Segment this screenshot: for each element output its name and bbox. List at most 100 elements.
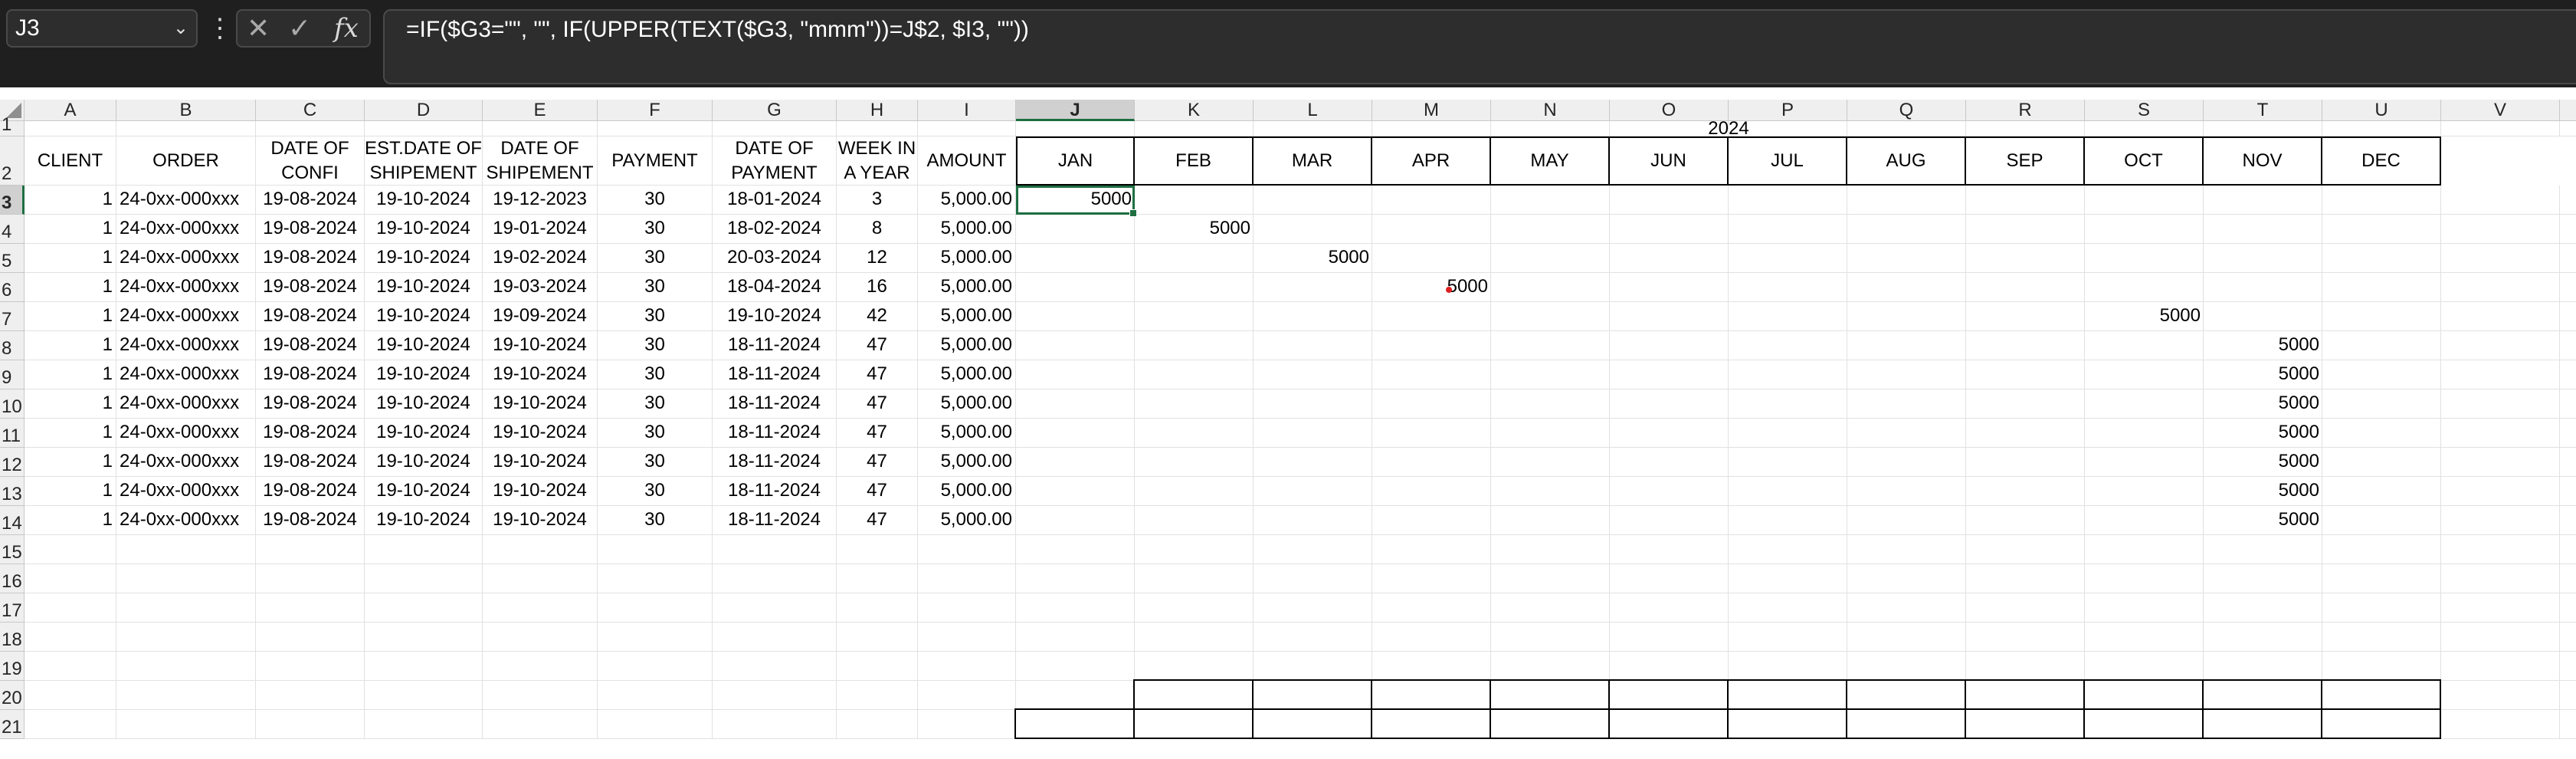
grid-cell[interactable]	[1491, 506, 1610, 535]
grid-cell[interactable]	[1610, 593, 1729, 623]
grid-cell[interactable]	[2560, 710, 2576, 739]
grid-cell[interactable]	[1135, 535, 1254, 564]
grid-cell[interactable]	[1966, 535, 2085, 564]
grid-cell[interactable]	[116, 535, 256, 564]
grid-cell[interactable]	[1610, 360, 1729, 389]
row-header-16[interactable]: 16	[0, 564, 25, 593]
grid-cell[interactable]	[1135, 419, 1254, 448]
grid-cell[interactable]	[2322, 448, 2441, 477]
cell-client[interactable]: 1	[25, 419, 116, 448]
row-header-17[interactable]: 17	[0, 593, 25, 623]
cell-week[interactable]: 42	[837, 302, 918, 331]
grid-cell[interactable]	[1729, 360, 1847, 389]
grid-cell[interactable]	[1372, 186, 1491, 215]
column-header-b[interactable]: B	[116, 100, 256, 121]
cell-amount[interactable]: 5,000.00	[918, 186, 1016, 215]
summary-box-cell[interactable]	[2083, 679, 2204, 710]
grid-cell[interactable]	[2560, 302, 2576, 331]
cell-ship[interactable]: 19-12-2023	[483, 186, 598, 215]
summary-box-cell[interactable]	[1608, 679, 1729, 710]
grid-cell[interactable]	[25, 710, 116, 739]
cell-order[interactable]: 24-0xx-000xxx	[116, 331, 256, 360]
cell-confi[interactable]: 19-08-2024	[256, 360, 365, 389]
grid-cell[interactable]	[1491, 477, 1610, 506]
grid-cell[interactable]	[1254, 564, 1372, 593]
cell-paydate[interactable]: 18-11-2024	[713, 360, 837, 389]
grid-cell[interactable]	[1966, 448, 2085, 477]
grid-cell[interactable]	[2204, 535, 2322, 564]
grid-cell[interactable]	[1254, 273, 1372, 302]
grid-cell[interactable]	[1254, 652, 1372, 681]
insert-function-icon[interactable]: fx	[334, 11, 359, 46]
cell-month-value[interactable]: 5000	[2204, 419, 2322, 448]
grid-cell[interactable]	[483, 681, 598, 710]
cell-month-value[interactable]: 5000	[2204, 360, 2322, 389]
grid-cell[interactable]	[1016, 273, 1135, 302]
cell-est[interactable]: 19-10-2024	[365, 419, 483, 448]
grid-cell[interactable]	[2441, 681, 2560, 710]
grid-cell[interactable]	[2560, 535, 2576, 564]
grid-cell[interactable]	[1610, 535, 1729, 564]
row-header-21[interactable]: 21	[0, 710, 25, 739]
grid-cell[interactable]	[2441, 652, 2560, 681]
column-header-h[interactable]: H	[837, 100, 918, 121]
cell-order[interactable]: 24-0xx-000xxx	[116, 360, 256, 389]
grid-cell[interactable]	[2560, 389, 2576, 419]
cell-payment[interactable]: 30	[598, 419, 713, 448]
cell-ship[interactable]: 19-10-2024	[483, 419, 598, 448]
grid-cell[interactable]	[2441, 564, 2560, 593]
grid-cell[interactable]	[2441, 244, 2560, 273]
grid-cell[interactable]	[1729, 331, 1847, 360]
grid-cell[interactable]	[2322, 186, 2441, 215]
grid-cell[interactable]	[918, 121, 1016, 136]
grid-cell[interactable]	[598, 681, 713, 710]
grid-cell[interactable]	[713, 121, 837, 136]
grid-cell[interactable]	[1847, 535, 1966, 564]
grid-cell[interactable]	[25, 681, 116, 710]
grid-cell[interactable]	[1372, 564, 1491, 593]
cell-ship[interactable]: 19-02-2024	[483, 244, 598, 273]
column-header-e[interactable]: E	[483, 100, 598, 121]
grid-cell[interactable]	[837, 535, 918, 564]
grid-cell[interactable]	[2560, 360, 2576, 389]
grid-cell[interactable]	[837, 121, 918, 136]
row-header-20[interactable]: 20	[0, 681, 25, 710]
cell-confi[interactable]: 19-08-2024	[256, 273, 365, 302]
grid-cell[interactable]	[837, 593, 918, 623]
grid-cell[interactable]	[25, 623, 116, 652]
cell-ship[interactable]: 19-01-2024	[483, 215, 598, 244]
grid-cell[interactable]	[2560, 215, 2576, 244]
grid-cell[interactable]	[1610, 215, 1729, 244]
grid-cell[interactable]	[2560, 186, 2576, 215]
row-header-8[interactable]: 8	[0, 331, 25, 360]
grid-cell[interactable]	[1847, 448, 1966, 477]
cell-ship[interactable]: 19-10-2024	[483, 331, 598, 360]
grid-cell[interactable]	[2560, 273, 2576, 302]
row-header-2[interactable]: 2	[0, 136, 25, 186]
grid-cell[interactable]	[116, 121, 256, 136]
grid-cell[interactable]	[1966, 186, 2085, 215]
grid-cell[interactable]	[713, 652, 837, 681]
grid-cell[interactable]	[1491, 331, 1610, 360]
row-header-14[interactable]: 14	[0, 506, 25, 535]
grid-cell[interactable]	[2441, 389, 2560, 419]
grid-cell[interactable]	[1372, 360, 1491, 389]
column-header-d[interactable]: D	[365, 100, 483, 121]
grid-cell[interactable]	[713, 681, 837, 710]
grid-cell[interactable]	[483, 121, 598, 136]
grid-cell[interactable]	[713, 535, 837, 564]
row-header-12[interactable]: 12	[0, 448, 25, 477]
grid-cell[interactable]	[1847, 360, 1966, 389]
grid-cell[interactable]	[2560, 623, 2576, 652]
grid-cell[interactable]	[1016, 652, 1135, 681]
row-header-3[interactable]: 3	[0, 186, 25, 215]
grid-cell[interactable]	[918, 681, 1016, 710]
summary-box-cell[interactable]	[1252, 708, 1372, 739]
cell-confi[interactable]: 19-08-2024	[256, 506, 365, 535]
grid-cell[interactable]	[2204, 215, 2322, 244]
grid-cell[interactable]	[1372, 477, 1491, 506]
grid-cell[interactable]	[365, 121, 483, 136]
grid-cell[interactable]	[1847, 244, 1966, 273]
summary-box-cell[interactable]	[1846, 679, 1966, 710]
grid-cell[interactable]	[1966, 623, 2085, 652]
